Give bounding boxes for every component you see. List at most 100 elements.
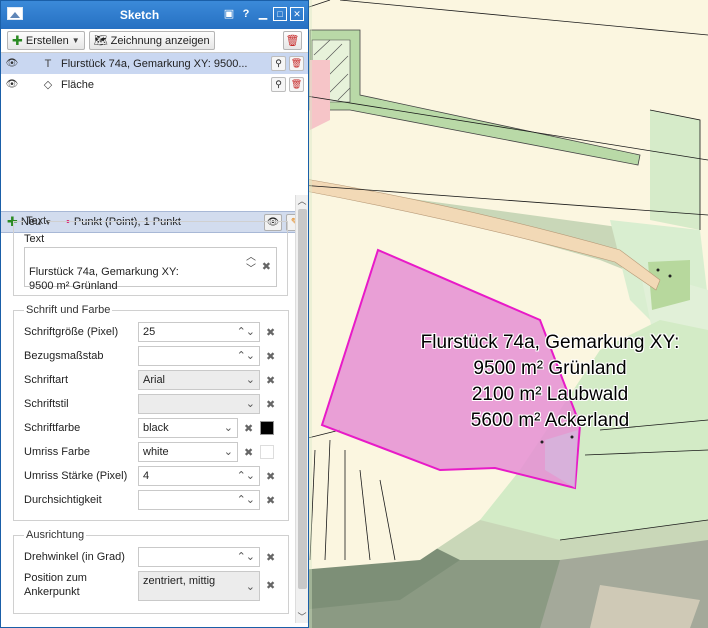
list-item-label: Flurstück 74a, Gemarkung XY: 9500... (61, 57, 248, 70)
rotation-label: Drehwinkel (in Grad) (24, 551, 125, 563)
text-input[interactable]: Flurstück 74a, Gemarkung XY: 9500 m² Grü… (24, 247, 277, 292)
sketch-list: 👁 T Flurstück 74a, Gemarkung XY: 9500...… (1, 53, 308, 211)
font-style-label: Schriftstil (24, 398, 69, 410)
map-label-line: Flurstück 74a, Gemarkung XY: (420, 332, 680, 353)
font-fieldset: Schrift und Farbe Schriftgröße (Pixel) 2… (13, 304, 289, 521)
spinner-icon[interactable]: ︿ ﹀ (246, 252, 256, 276)
delete-all-button[interactable]: 🗑 (283, 31, 302, 50)
outline-color-swatch[interactable] (260, 445, 274, 459)
show-drawing-button[interactable]: 🗺 Zeichnung anzeigen (88, 31, 215, 50)
scale-label: Bezugsmaßstab (24, 350, 104, 362)
spinner-icon[interactable]: ⌃⌄ (237, 349, 255, 363)
panel-titlebar[interactable]: Sketch ▣ ? ▁ □ ✕ (1, 1, 308, 29)
font-row: Schriftart Arial ⌄ ✖ (24, 368, 278, 392)
clear-icon[interactable]: ✖ (266, 579, 278, 592)
transparency-input[interactable]: ⌃⌄ (138, 490, 260, 510)
map-text-label: Flurstück 74a, Gemarkung XY: 9500 m² Grü… (392, 330, 708, 434)
chevron-down-icon[interactable]: ⌄ (246, 397, 255, 411)
chevron-down-icon[interactable]: ⌄ (224, 445, 233, 459)
text-field-label: Text (24, 233, 45, 245)
text-legend: Text (26, 215, 47, 227)
map-label-line: 9500 m² Grünland (473, 358, 627, 379)
clear-icon[interactable]: ✖ (266, 326, 278, 339)
clear-icon[interactable]: ✖ (244, 422, 256, 435)
map-icon: 🗺 (93, 35, 108, 47)
anchor-value: zentriert, mittig (143, 575, 216, 587)
rotation-row: Drehwinkel (in Grad) ⌃⌄ ✖ (24, 545, 278, 569)
list-item[interactable]: 👁 T Flurstück 74a, Gemarkung XY: 9500...… (1, 53, 308, 74)
scale-row: Bezugsmaßstab ⌃⌄ ✖ (24, 344, 278, 368)
text-type-icon: T (44, 57, 52, 70)
eye-icon[interactable]: 👁 (5, 79, 19, 90)
font-select[interactable]: Arial ⌄ (138, 370, 260, 390)
save-icon[interactable]: ▣ (222, 7, 236, 21)
maximize-icon[interactable]: □ (273, 7, 287, 21)
alignment-legend: Ausrichtung (26, 529, 85, 541)
scroll-up-icon[interactable]: ︿ (296, 195, 308, 207)
anchor-select[interactable]: zentriert, mittig ⌄ (138, 571, 260, 601)
chevron-down-icon[interactable]: ⌄ (224, 421, 233, 435)
map-label-line: 5600 m² Ackerland (470, 410, 630, 431)
list-item[interactable]: 👁 ◇ Fläche ⚲ 🗑 (1, 74, 308, 95)
outline-width-row: Umriss Stärke (Pixel) 4 ⌃⌄ ✖ (24, 464, 278, 488)
trash-icon[interactable]: 🗑 (289, 77, 304, 92)
clear-icon[interactable]: ✖ (266, 374, 278, 387)
outline-width-value: 4 (143, 470, 150, 482)
font-color-swatch[interactable] (260, 421, 274, 435)
spinner-icon[interactable]: ⌃⌄ (237, 550, 255, 564)
create-button[interactable]: ✚ Erstellen ▼ (7, 31, 85, 50)
font-label: Schriftart (24, 374, 69, 386)
outline-width-label: Umriss Stärke (Pixel) (24, 470, 128, 482)
outline-width-input[interactable]: 4 ⌃⌄ (138, 466, 260, 486)
chevron-down-icon[interactable]: ⌄ (246, 373, 255, 387)
rotation-input[interactable]: ⌃⌄ (138, 547, 260, 567)
spinner-icon[interactable]: ⌃⌄ (237, 325, 255, 339)
clear-icon[interactable]: ✖ (266, 551, 278, 564)
trash-icon[interactable]: 🗑 (289, 56, 304, 71)
anchor-row: Position zum Ankerpunkt zentriert, mitti… (24, 569, 278, 605)
row-actions: ⚲ 🗑 (271, 56, 304, 71)
outline-color-select[interactable]: white ⌄ (138, 442, 238, 462)
scroll-down-icon[interactable]: ﹀ (296, 611, 308, 623)
font-value: Arial (143, 374, 166, 386)
minimize-icon[interactable]: ▁ (256, 7, 270, 21)
font-size-input[interactable]: 25 ⌃⌄ (138, 322, 260, 342)
create-button-label: Erstellen (25, 34, 69, 47)
clear-icon[interactable]: ✖ (266, 494, 278, 507)
font-legend: Schrift und Farbe (26, 304, 111, 316)
outline-color-value: white (143, 446, 169, 458)
polygon-type-icon: ◇ (43, 79, 53, 91)
eye-icon[interactable]: 👁 (5, 58, 19, 69)
transparency-label: Durchsichtigkeit (24, 494, 102, 506)
transparency-row: Durchsichtigkeit ⌃⌄ ✖ (24, 488, 278, 512)
clear-icon[interactable]: ✖ (266, 350, 278, 363)
properties-scrollbar[interactable]: ︿ ﹀ (295, 195, 308, 623)
outline-color-label: Umriss Farbe (24, 446, 91, 458)
font-style-select[interactable]: ⌄ (138, 394, 260, 414)
help-icon[interactable]: ? (239, 7, 253, 21)
plus-icon: ✚ (12, 32, 23, 48)
properties-body: Text Text Flurstück 74a, Gemarkung XY: 9… (1, 207, 296, 623)
chevron-down-icon[interactable]: ⌄ (246, 580, 255, 594)
clear-icon[interactable]: ✖ (244, 446, 256, 459)
text-fieldset: Text Text Flurstück 74a, Gemarkung XY: 9… (13, 215, 288, 296)
zoom-icon[interactable]: ⚲ (271, 77, 286, 92)
close-icon[interactable]: ✕ (290, 7, 304, 21)
clear-icon[interactable]: ✖ (266, 470, 278, 483)
panel-toolbar: ✚ Erstellen ▼ 🗺 Zeichnung anzeigen 🗑 (1, 29, 308, 53)
window-controls: ▣ ? ▁ □ ✕ (222, 7, 304, 21)
text-input-value: Flurstück 74a, Gemarkung XY: 9500 m² Grü… (29, 266, 179, 292)
scale-input[interactable]: ⌃⌄ (138, 346, 260, 366)
zoom-icon[interactable]: ⚲ (271, 56, 286, 71)
sketch-panel: Sketch ▣ ? ▁ □ ✕ ✚ Erstellen ▼ 🗺 Zeichnu… (0, 0, 309, 628)
font-color-row: Schriftfarbe black ⌄ ✖ (24, 416, 278, 440)
scroll-thumb[interactable] (298, 209, 307, 589)
font-color-select[interactable]: black ⌄ (138, 418, 238, 438)
clear-icon[interactable]: ✖ (262, 260, 271, 274)
spinner-icon[interactable]: ⌃⌄ (237, 493, 255, 507)
alignment-fieldset: Ausrichtung Drehwinkel (in Grad) ⌃⌄ ✖ Po… (13, 529, 289, 614)
font-size-row: Schriftgröße (Pixel) 25 ⌃⌄ ✖ (24, 320, 278, 344)
spinner-icon[interactable]: ⌃⌄ (237, 469, 255, 483)
font-size-label: Schriftgröße (Pixel) (24, 326, 119, 338)
clear-icon[interactable]: ✖ (266, 398, 278, 411)
